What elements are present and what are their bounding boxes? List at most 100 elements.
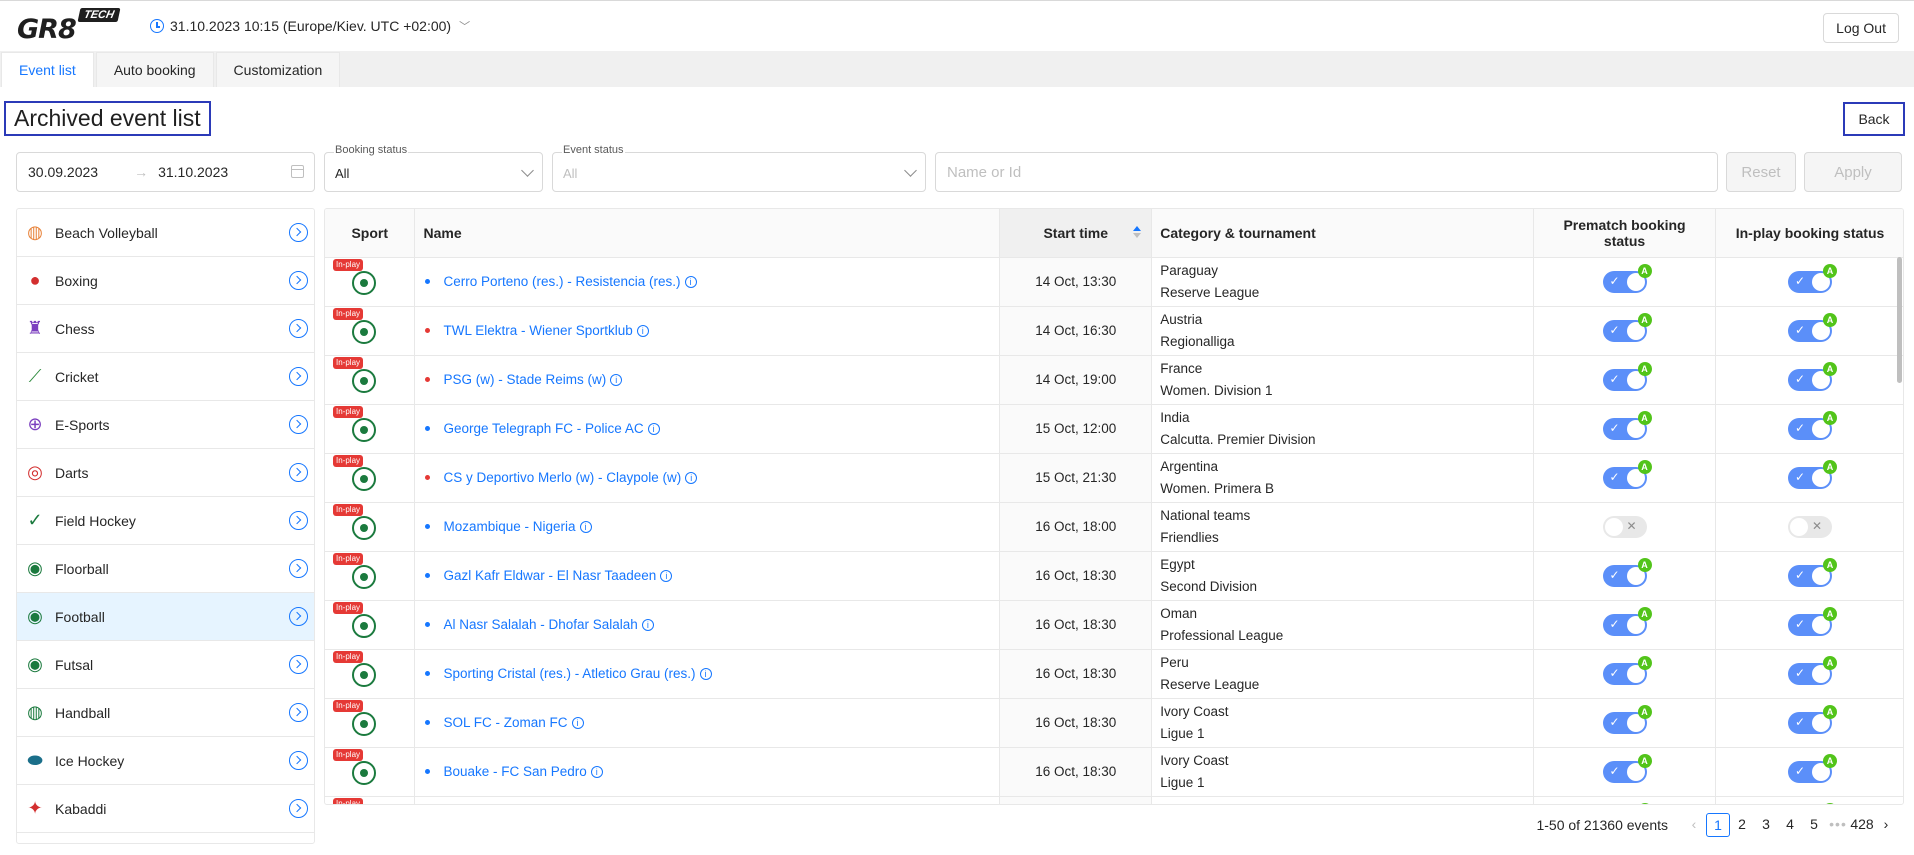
table-row[interactable]: In-play Cerro Porteno (res.) - Resistenci… [325, 257, 1903, 307]
event-name-link[interactable]: George Telegraph FC - Police AC [443, 421, 643, 436]
sport-item-beach-volleyball[interactable]: ◍ Beach Volleyball [17, 209, 314, 257]
sport-item-e-sports[interactable]: ⊕ E-Sports [17, 401, 314, 449]
column-header-start-time[interactable]: Start time [999, 209, 1153, 258]
column-header-name[interactable]: Name [414, 209, 1001, 258]
chevron-right-circle-icon[interactable] [289, 655, 308, 674]
table-row[interactable]: In-play SOL FC - Zoman FC i 16 Oct, 18:30 Iv… [325, 698, 1903, 748]
table-scrollbar[interactable] [1897, 257, 1902, 383]
chevron-right-circle-icon[interactable] [289, 223, 308, 242]
page-5-button[interactable]: 5 [1802, 813, 1826, 837]
booking-toggle[interactable]: ✓ A [1602, 459, 1652, 489]
info-icon[interactable]: i [685, 471, 698, 484]
booking-toggle[interactable]: ✓ A [1788, 704, 1837, 734]
info-icon[interactable]: i [641, 618, 654, 631]
info-icon[interactable]: i [571, 716, 584, 729]
table-row[interactable]: In-play George Telegraph FC - Police AC i 1… [325, 404, 1903, 454]
booking-toggle[interactable]: ✓ A [1602, 557, 1652, 587]
page-3-button[interactable]: 3 [1754, 813, 1778, 837]
booking-toggle[interactable]: ✓ A [1602, 410, 1652, 440]
event-name-link[interactable]: Al Nasr Salalah - Dhofar Salalah [443, 617, 637, 632]
page-2-button[interactable]: 2 [1730, 813, 1754, 837]
chevron-right-circle-icon[interactable] [289, 271, 308, 290]
booking-toggle[interactable]: ✓ A [1788, 263, 1837, 293]
tab-customization[interactable]: Customization [215, 52, 341, 87]
apply-button[interactable]: Apply [1804, 152, 1902, 192]
info-icon[interactable]: i [579, 520, 592, 533]
info-icon[interactable]: i [636, 324, 649, 337]
booking-toggle[interactable]: ✓ A [1788, 606, 1837, 636]
page-1-button[interactable]: 1 [1706, 813, 1730, 837]
sport-item-darts[interactable]: ◎ Darts [17, 449, 314, 497]
event-name-link[interactable]: PSG (w) - Stade Reims (w) [443, 372, 606, 387]
date-to[interactable]: 31.10.2023 [158, 164, 228, 180]
booking-toggle[interactable]: ✓ A [1602, 606, 1652, 636]
info-icon[interactable]: i [647, 422, 660, 435]
table-row[interactable]: In-play Bouake - FC San Pedro i 16 Oct, 18:… [325, 747, 1903, 797]
booking-toggle[interactable]: ✓ A [1788, 753, 1837, 783]
booking-toggle[interactable]: ✓ A [1788, 557, 1837, 587]
tab-auto-booking[interactable]: Auto booking [95, 52, 214, 87]
date-range-picker[interactable]: 30.09.2023 → 31.10.2023 [16, 152, 315, 192]
column-header-sport[interactable]: Sport [325, 209, 416, 258]
sport-item-ice-hockey[interactable]: ⬬ Ice Hockey [17, 737, 314, 785]
event-name-link[interactable]: Mozambique - Nigeria [443, 519, 575, 534]
logout-button[interactable]: Log Out [1823, 13, 1899, 43]
event-name-link[interactable]: TWL Elektra - Wiener Sportklub [443, 323, 632, 338]
reset-button[interactable]: Reset [1726, 152, 1796, 192]
booking-toggle[interactable]: ✓ A [1602, 753, 1652, 783]
sport-item-football[interactable]: ◉ Football [17, 593, 314, 641]
page-last-button[interactable]: 428 [1850, 813, 1874, 837]
chevron-right-circle-icon[interactable] [289, 367, 308, 386]
booking-toggle[interactable]: ✕ [1602, 515, 1647, 538]
booking-toggle[interactable]: ✓ A [1788, 361, 1837, 391]
booking-toggle[interactable]: ✓ A [1602, 655, 1652, 685]
booking-toggle[interactable]: ✓ A [1602, 312, 1652, 342]
chevron-right-circle-icon[interactable] [289, 463, 308, 482]
sort-icon[interactable] [1133, 226, 1142, 238]
date-from[interactable]: 30.09.2023 [28, 164, 98, 180]
table-row[interactable]: In-play Sporting Cristal (res.) - Atletic… [325, 649, 1903, 699]
info-icon[interactable]: i [610, 373, 623, 386]
chevron-right-circle-icon[interactable] [289, 415, 308, 434]
column-header-category[interactable]: Category & tournament [1151, 209, 1535, 258]
sport-item-cricket[interactable]: ⟋ Cricket [17, 353, 314, 401]
sport-item-chess[interactable]: ♜ Chess [17, 305, 314, 353]
chevron-right-circle-icon[interactable] [289, 751, 308, 770]
sport-item-futsal[interactable]: ◉ Futsal [17, 641, 314, 689]
sport-item-kabaddi[interactable]: ✦ Kabaddi [17, 785, 314, 833]
info-icon[interactable]: i [684, 275, 697, 288]
chevron-right-circle-icon[interactable] [289, 559, 308, 578]
prev-page-button[interactable]: ‹ [1682, 813, 1706, 837]
chevron-right-circle-icon[interactable] [289, 799, 308, 818]
event-name-link[interactable]: Cerro Porteno (res.) - Resistencia (res.… [443, 274, 680, 289]
booking-toggle[interactable]: ✕ [1788, 515, 1832, 538]
sport-item-floorball[interactable]: ◉ Floorball [17, 545, 314, 593]
info-icon[interactable]: i [590, 765, 603, 778]
event-name-link[interactable]: Bouake - FC San Pedro [443, 764, 586, 779]
event-name-link[interactable]: CS y Deportivo Merlo (w) - Claypole (w) [443, 470, 681, 485]
tab-event-list[interactable]: Event list [1, 52, 94, 87]
table-row[interactable]: In-playEuropean Championship✓A✓A [325, 796, 1903, 804]
booking-toggle[interactable]: ✓ A [1602, 263, 1652, 293]
back-button[interactable]: Back [1843, 102, 1905, 136]
search-input[interactable] [935, 152, 1718, 192]
event-status-select[interactable]: Event status All [552, 144, 926, 192]
booking-toggle[interactable]: ✓ A [1788, 410, 1837, 440]
event-name-link[interactable]: Sporting Cristal (res.) - Atletico Grau … [443, 666, 695, 681]
chevron-right-circle-icon[interactable] [289, 703, 308, 722]
event-name-link[interactable]: Gazl Kafr Eldwar - El Nasr Taadeen [443, 568, 656, 583]
booking-toggle[interactable]: ✓ A [1788, 312, 1837, 342]
table-row[interactable]: In-play Al Nasr Salalah - Dhofar Salalah i… [325, 600, 1903, 650]
page-4-button[interactable]: 4 [1778, 813, 1802, 837]
chevron-right-circle-icon[interactable] [289, 607, 308, 626]
booking-toggle[interactable]: ✓ A [1602, 361, 1652, 391]
table-row[interactable]: In-play Mozambique - Nigeria i 16 Oct, 18:0… [325, 502, 1903, 552]
chevron-right-circle-icon[interactable] [289, 511, 308, 530]
sport-item-field-hockey[interactable]: ✓ Field Hockey [17, 497, 314, 545]
booking-status-select[interactable]: Booking status All [324, 144, 543, 192]
booking-toggle[interactable]: ✓ A [1788, 655, 1837, 685]
table-row[interactable]: In-play CS y Deportivo Merlo (w) - Claypo… [325, 453, 1903, 503]
table-row[interactable]: In-play TWL Elektra - Wiener Sportklub i 14… [325, 306, 1903, 356]
pagination-ellipsis[interactable]: ••• [1826, 813, 1850, 837]
info-icon[interactable]: i [660, 569, 673, 582]
